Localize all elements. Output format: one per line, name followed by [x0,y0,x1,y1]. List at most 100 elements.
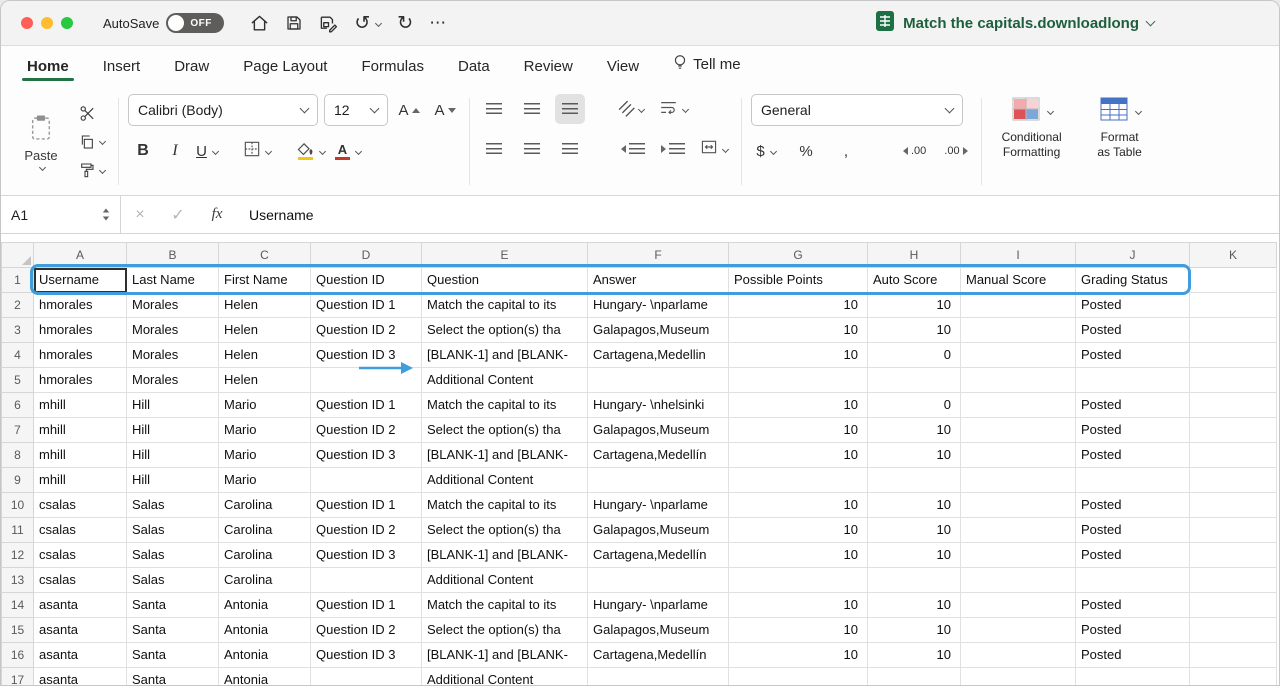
align-left-button[interactable] [479,134,509,164]
cell-A13[interactable]: csalas [34,568,127,593]
cell-I10[interactable] [961,493,1076,518]
decrease-decimal-button[interactable]: .00 [940,136,971,166]
formula-input[interactable]: Username [237,196,1279,233]
font-size-select[interactable]: 12 [324,94,388,126]
column-header-D[interactable]: D [311,243,422,268]
document-title-menu[interactable]: Match the capitals.downloadlong [875,10,1154,37]
cell-C15[interactable]: Antonia [219,618,311,643]
cell-D11[interactable]: Question ID 2 [311,518,422,543]
cell-B5[interactable]: Morales [127,368,219,393]
cell-E12[interactable]: [BLANK-1] and [BLANK- [422,543,588,568]
cell-I16[interactable] [961,643,1076,668]
cell-C2[interactable]: Helen [219,293,311,318]
cell-G7[interactable]: 10 [729,418,868,443]
column-header-G[interactable]: G [729,243,868,268]
cell-B2[interactable]: Morales [127,293,219,318]
cell-A3[interactable]: hmorales [34,318,127,343]
cell-H12[interactable]: 10 [868,543,961,568]
cell-I5[interactable] [961,368,1076,393]
cell-C6[interactable]: Mario [219,393,311,418]
cell-A14[interactable]: asanta [34,593,127,618]
cell-F12[interactable]: Cartagena,Medellín [588,543,729,568]
cell-F15[interactable]: Galapagos,Museum [588,618,729,643]
cell-I11[interactable] [961,518,1076,543]
cell-J11[interactable]: Posted [1076,518,1190,543]
cell-K10[interactable] [1190,493,1277,518]
cell-E11[interactable]: Select the option(s) tha [422,518,588,543]
cell-G14[interactable]: 10 [729,593,868,618]
cell-F4[interactable]: Cartagena,Medellin [588,343,729,368]
copy-button[interactable] [75,129,109,155]
cell-A8[interactable]: mhill [34,443,127,468]
cell-E17[interactable]: Additional Content [422,668,588,686]
orientation-button[interactable] [617,94,648,124]
cell-H2[interactable]: 10 [868,293,961,318]
cell-E13[interactable]: Additional Content [422,568,588,593]
paste-button[interactable]: Paste [13,94,69,189]
cell-F1[interactable]: Answer [588,268,729,293]
row-header-7[interactable]: 7 [2,418,34,443]
cell-C14[interactable]: Antonia [219,593,311,618]
name-box-stepper[interactable] [102,208,110,221]
cell-K12[interactable] [1190,543,1277,568]
cell-B4[interactable]: Morales [127,343,219,368]
cell-J3[interactable]: Posted [1076,318,1190,343]
cell-C5[interactable]: Helen [219,368,311,393]
increase-decimal-button[interactable]: .00 [899,136,930,166]
cell-D17[interactable] [311,668,422,686]
cell-D9[interactable] [311,468,422,493]
tab-tell-me[interactable]: Tell me [673,54,741,86]
cell-H16[interactable]: 10 [868,643,961,668]
cell-I2[interactable] [961,293,1076,318]
cell-F16[interactable]: Cartagena,Medellín [588,643,729,668]
cell-H14[interactable]: 10 [868,593,961,618]
cell-F2[interactable]: Hungary- \nparlame [588,293,729,318]
cell-F13[interactable] [588,568,729,593]
cell-C3[interactable]: Helen [219,318,311,343]
cell-I6[interactable] [961,393,1076,418]
cell-F5[interactable] [588,368,729,393]
merge-center-button[interactable] [697,134,732,164]
italic-button[interactable]: I [160,136,190,166]
cell-B11[interactable]: Salas [127,518,219,543]
cell-D10[interactable]: Question ID 1 [311,493,422,518]
cell-H10[interactable]: 10 [868,493,961,518]
cell-C1[interactable]: First Name [219,268,311,293]
cell-B7[interactable]: Hill [127,418,219,443]
middle-align-button[interactable] [517,94,547,124]
cell-H3[interactable]: 10 [868,318,961,343]
row-header-3[interactable]: 3 [2,318,34,343]
row-header-4[interactable]: 4 [2,343,34,368]
cell-E14[interactable]: Match the capital to its [422,593,588,618]
increase-font-size-button[interactable]: A [394,95,424,125]
cell-H7[interactable]: 10 [868,418,961,443]
cell-J13[interactable] [1076,568,1190,593]
cell-D6[interactable]: Question ID 1 [311,393,422,418]
cell-B8[interactable]: Hill [127,443,219,468]
cell-J14[interactable]: Posted [1076,593,1190,618]
cell-F7[interactable]: Galapagos,Museum [588,418,729,443]
cell-E7[interactable]: Select the option(s) tha [422,418,588,443]
wrap-text-button[interactable] [656,94,692,124]
cell-G1[interactable]: Possible Points [729,268,868,293]
align-center-button[interactable] [517,134,547,164]
cell-B10[interactable]: Salas [127,493,219,518]
cell-G9[interactable] [729,468,868,493]
cell-H5[interactable] [868,368,961,393]
currency-format-button[interactable]: $ [751,136,781,166]
cell-E4[interactable]: [BLANK-1] and [BLANK- [422,343,588,368]
cell-G12[interactable]: 10 [729,543,868,568]
cell-J10[interactable]: Posted [1076,493,1190,518]
cell-F3[interactable]: Galapagos,Museum [588,318,729,343]
cell-G5[interactable] [729,368,868,393]
cell-E10[interactable]: Match the capital to its [422,493,588,518]
cell-C11[interactable]: Carolina [219,518,311,543]
tab-formulas[interactable]: Formulas [361,58,424,86]
cell-F9[interactable] [588,468,729,493]
top-align-button[interactable] [479,94,509,124]
cell-I7[interactable] [961,418,1076,443]
cell-C10[interactable]: Carolina [219,493,311,518]
tab-insert[interactable]: Insert [103,58,141,86]
cell-A2[interactable]: hmorales [34,293,127,318]
cell-K4[interactable] [1190,343,1277,368]
